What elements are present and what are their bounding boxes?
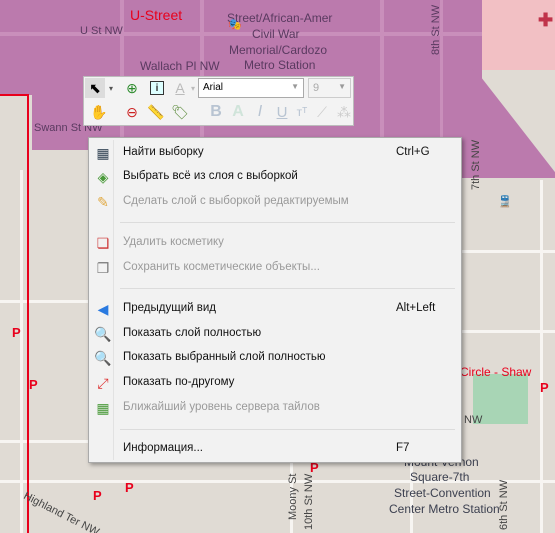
menu-item-select-all[interactable]: ◈ Выбрать всё из слоя с выборкой (91, 166, 459, 188)
save-cosmetic-icon: ❐ (96, 259, 110, 276)
hospital-icon: ✚ (538, 10, 554, 30)
menu-shortcut: Ctrl+G (396, 146, 430, 158)
chevron-down-icon[interactable]: ▾ (106, 78, 116, 98)
street-label: 10th St NW (303, 473, 315, 530)
context-menu: ▦ Найти выборку Ctrl+G ◈ Выбрать всё из сло… (88, 137, 462, 463)
menu-separator (120, 429, 455, 430)
change-view-icon: ⤢ (97, 374, 109, 391)
station-label: Memorial/Cardozo (229, 43, 328, 57)
menu-item-make-editable: ✎ Сделать слой с выборкой редактируемым (91, 191, 459, 213)
metro-icon: 🚆 (498, 196, 512, 208)
reshape-icon: ⁂ (337, 103, 351, 120)
menu-item-label: Удалить косметику (123, 236, 224, 248)
area-label: Circle - Shaw (460, 365, 532, 379)
street-label: Moony St (287, 473, 299, 520)
street-label: U St NW (80, 25, 123, 37)
layers-icon: ◈ (97, 168, 109, 185)
station-label: Street-Convention (394, 486, 491, 500)
back-arrow-icon: ◀ (97, 300, 109, 317)
info-icon[interactable]: i (150, 81, 164, 95)
underline-icon: U (276, 103, 288, 121)
menu-item-label: Выбрать всё из слоя с выборкой (123, 170, 298, 182)
menu-item-view-selected[interactable]: 🔍 Показать выбранный слой полностью (91, 347, 459, 369)
menu-item-label: Показать слой полностью (123, 327, 262, 339)
menu-shortcut: Alt+Left (396, 302, 436, 314)
menu-separator (120, 222, 455, 223)
station-label: Civil War (252, 27, 300, 41)
parking-icon: P (12, 325, 21, 340)
station-label: Square-7th (410, 470, 470, 484)
font-size-value: 9 (313, 82, 320, 94)
menu-item-info[interactable]: Информация... F7 (91, 438, 459, 460)
menu-item-label: Ближайший уровень сервера тайлов (123, 401, 320, 413)
text-color-icon: A (175, 80, 185, 96)
font-size-select: 9 ▼ (308, 78, 351, 98)
delete-cosmetic-icon: ❏ (96, 234, 110, 251)
chevron-down-icon: ▼ (291, 82, 299, 91)
ruler-icon[interactable]: 📏 (146, 102, 166, 122)
italic-icon: I (257, 103, 263, 120)
station-label: Street/African-Amer (227, 11, 333, 25)
pan-hand-icon[interactable]: ✋ (89, 102, 109, 122)
street-label: NW (464, 414, 483, 426)
theater-icon: 🎭 (228, 19, 242, 31)
menu-item-change-view[interactable]: ⤢ Показать по-другому (91, 372, 459, 394)
menu-item-label: Сделать слой с выборкой редактируемым (123, 195, 349, 207)
menu-item-label: Сохранить косметические объекты... (123, 261, 320, 273)
menu-item-save-cosmetic: ❐ Сохранить косметические объекты... (91, 257, 459, 279)
menu-item-label: Показать по-другому (123, 376, 235, 388)
menu-item-label: Предыдущий вид (123, 302, 216, 314)
font-select[interactable]: Arial ▼ (198, 78, 304, 98)
menu-item-find-selection[interactable]: ▦ Найти выборку Ctrl+G (91, 142, 459, 164)
pencil-icon: ✎ (97, 193, 109, 210)
menu-shortcut: F7 (396, 442, 410, 454)
parking-icon: P (540, 380, 549, 395)
street-label: 6th St NW (498, 479, 510, 530)
zoom-out-icon[interactable]: ⊖ (122, 102, 142, 122)
bold-icon: B (210, 103, 222, 120)
station-label: Metro Station (244, 58, 316, 72)
view-layer-icon: 🔍 (94, 325, 112, 342)
menu-item-label: Информация... (123, 442, 203, 454)
outline-icon: A (232, 103, 244, 120)
menu-item-previous-view[interactable]: ◀ Предыдущий вид Alt+Left (91, 298, 459, 320)
station-label: Center Metro Station (389, 502, 500, 516)
street-label: 7th St NW (470, 139, 482, 190)
view-selected-icon: 🔍 (94, 349, 112, 366)
parking-icon: P (125, 480, 134, 495)
street-label: Wallach Pl NW (140, 59, 220, 73)
street-label: Highland Ter NW (21, 490, 101, 533)
select-arrow-icon[interactable]: ⬉ (85, 78, 105, 98)
superscript-icon: ᴛᵀ (296, 105, 308, 119)
menu-item-tile-server: ▦ Ближайший уровень сервера тайлов (91, 397, 459, 419)
tile-server-icon: ▦ (96, 399, 110, 416)
menu-item-view-layer[interactable]: 🔍 Показать слой полностью (91, 323, 459, 345)
street-label: 8th St NW (430, 4, 442, 55)
area-label: U-Street (130, 7, 183, 23)
menu-item-label: Найти выборку (123, 146, 204, 158)
chevron-down-icon: ▼ (338, 82, 346, 91)
parking-icon: P (29, 377, 38, 392)
table-icon: ▦ (96, 144, 110, 161)
floating-toolbar: ⬉ ▾ ⊕ i A ▾ Arial ▼ 9 ▼ ✋ ⊖ 📏 🏷 B A I U ᴛᵀ… (83, 76, 354, 126)
label-tag-icon[interactable]: 🏷 (170, 102, 190, 122)
chevron-down-icon: ▾ (190, 83, 195, 93)
parking-icon: P (93, 488, 102, 503)
font-value: Arial (203, 82, 224, 93)
menu-item-delete-cosmetic: ❏ Удалить косметику (91, 232, 459, 254)
menu-separator (120, 288, 455, 289)
node-edit-icon: ⟋ (317, 103, 327, 120)
menu-item-label: Показать выбранный слой полностью (123, 351, 326, 363)
zoom-in-icon[interactable]: ⊕ (122, 78, 142, 98)
